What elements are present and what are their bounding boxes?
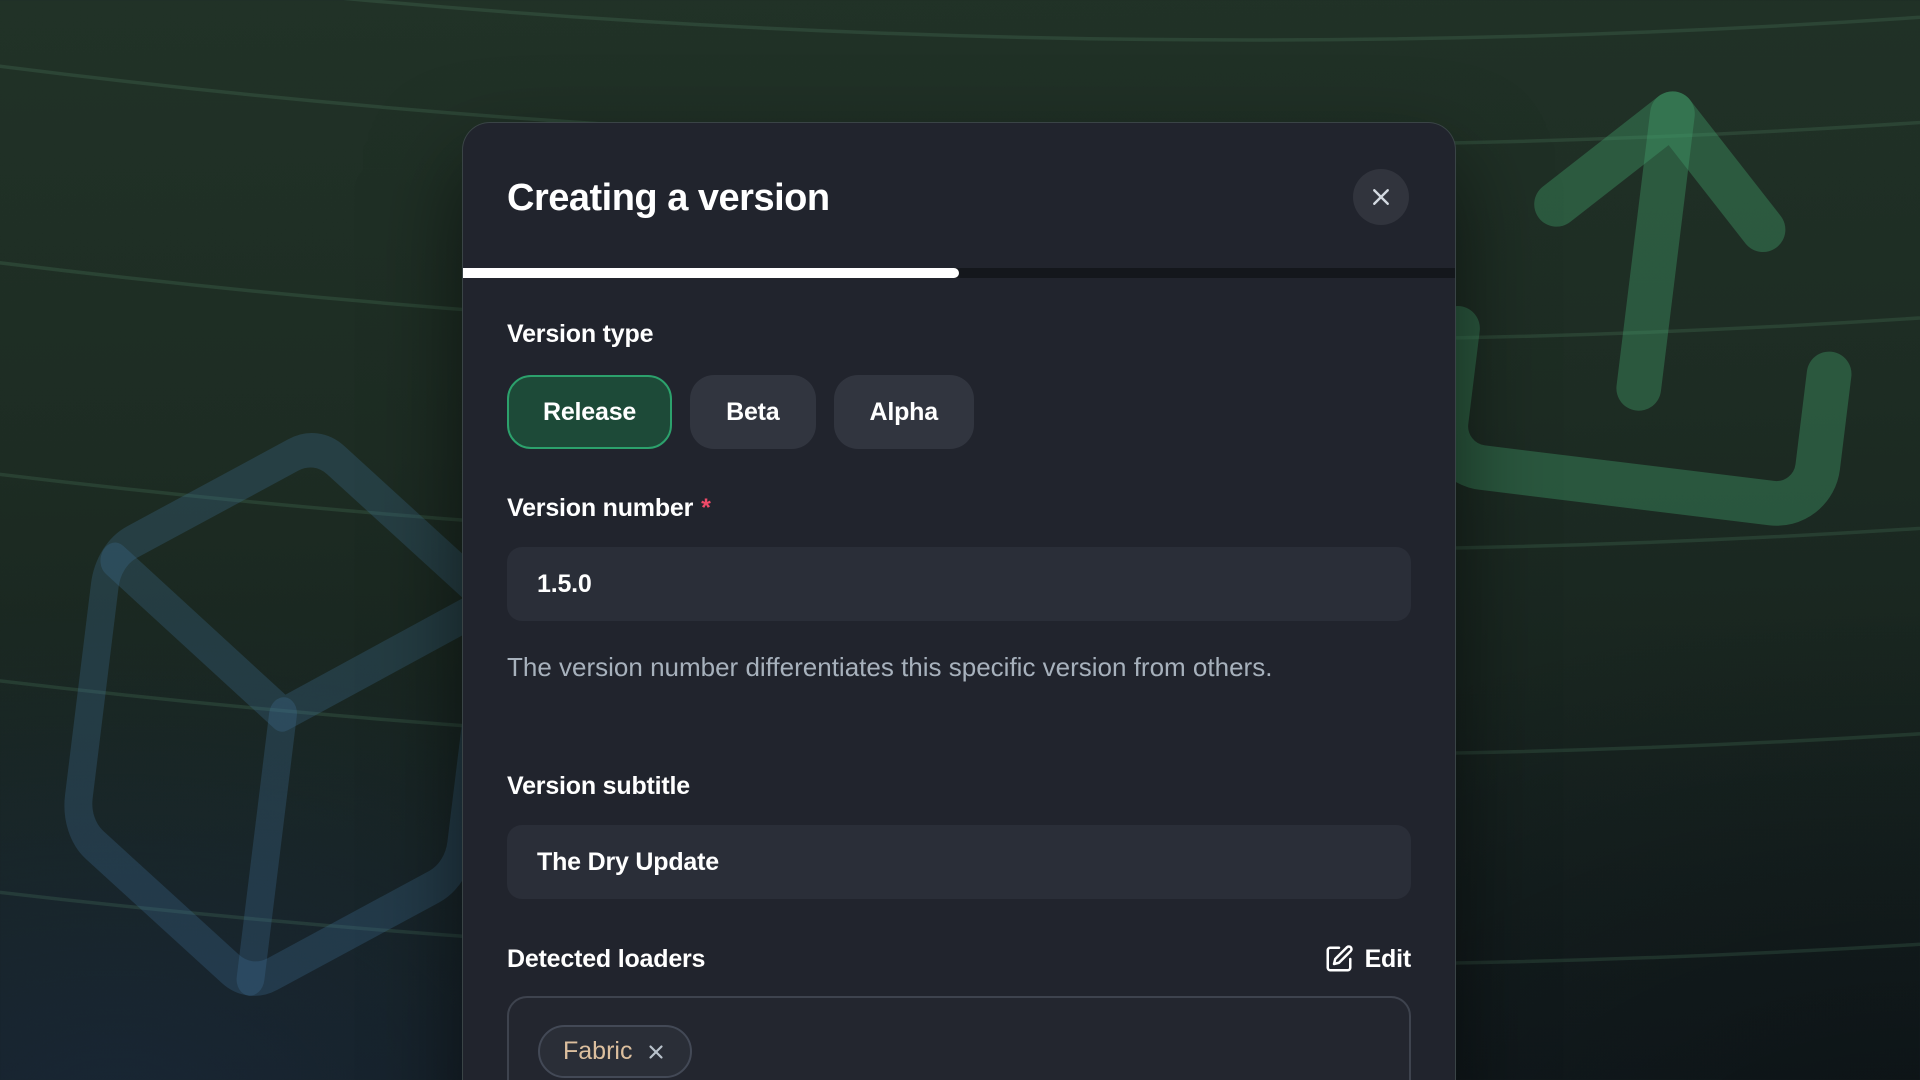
- page-background: { "colors": { "accent_green_border": "#2…: [0, 0, 1920, 1080]
- modal-title: Creating a version: [507, 177, 830, 220]
- edit-loaders-button[interactable]: Edit: [1324, 944, 1411, 974]
- remove-fabric-loader-button[interactable]: [645, 1041, 667, 1063]
- loader-chip-fabric: Fabric: [538, 1025, 692, 1078]
- box-outline-icon: [59, 427, 506, 1002]
- version-subtitle-input[interactable]: [507, 825, 1411, 899]
- version-type-release-button[interactable]: Release: [507, 375, 672, 449]
- edit-label: Edit: [1365, 945, 1411, 974]
- version-type-options: Release Beta Alpha: [507, 375, 974, 449]
- upload-arrow-icon: [1441, 91, 1858, 508]
- progress-fill: [463, 268, 959, 278]
- version-type-label: Version type: [507, 320, 653, 349]
- close-button[interactable]: [1353, 169, 1409, 225]
- detected-loaders-box: Fabric: [507, 996, 1411, 1080]
- version-type-alpha-button[interactable]: Alpha: [834, 375, 974, 449]
- version-number-label-text: Version number: [507, 494, 693, 522]
- loader-chip-label: Fabric: [563, 1037, 632, 1066]
- required-asterisk: *: [701, 494, 711, 522]
- x-icon: [645, 1041, 667, 1063]
- detected-loaders-label: Detected loaders: [507, 945, 705, 974]
- version-subtitle-label: Version subtitle: [507, 772, 690, 801]
- version-number-label: Version number *: [507, 494, 711, 523]
- version-number-help: The version number differentiates this s…: [507, 645, 1387, 689]
- x-icon: [1366, 182, 1396, 212]
- version-type-beta-button[interactable]: Beta: [690, 375, 815, 449]
- detected-loaders-row: Detected loaders Edit: [507, 941, 1411, 977]
- version-number-input[interactable]: [507, 547, 1411, 621]
- modal-progress-track: [463, 268, 1455, 278]
- square-pen-icon: [1324, 944, 1354, 974]
- create-version-modal: Creating a version Version type Release …: [462, 122, 1456, 1080]
